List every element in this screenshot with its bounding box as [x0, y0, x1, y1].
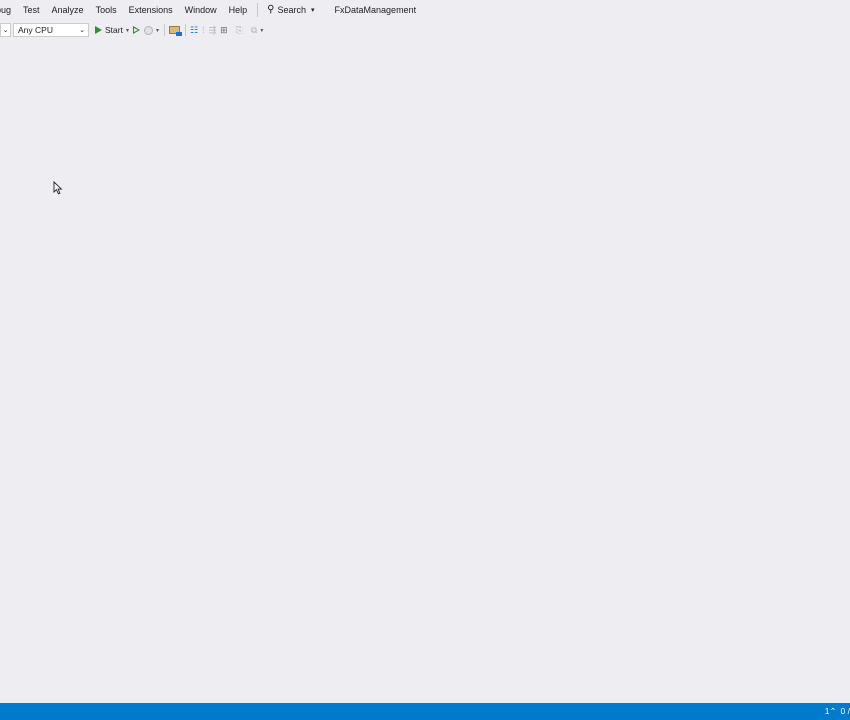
hot-reload-icon: ⇶ [208, 25, 217, 35]
step-icon: ⁞ [202, 25, 205, 35]
standard-toolbar: ⌄ Any CPU ⌄ Start ▾ ▾ ☷ ⁞ ⇶ ⊞ ⎘ ⧉ ▾ [0, 21, 850, 39]
search-icon: ⚲ [267, 4, 275, 15]
platform-value: Any CPU [18, 25, 53, 35]
search-button[interactable]: ⚲ Search ▾ [263, 0, 320, 20]
browser-link-button[interactable] [168, 22, 182, 38]
browser-link-icon [168, 26, 182, 36]
status-indicator-secondary[interactable]: 0 / [841, 703, 850, 720]
chevron-down-icon: ▾ [311, 7, 315, 14]
toolbar-separator [184, 24, 186, 36]
format-icon: ⊞ [220, 25, 228, 35]
menu-tools[interactable]: Tools [90, 0, 123, 20]
mouse-cursor-icon [53, 181, 63, 195]
bookmark-icon: ⎘ [235, 25, 243, 35]
format-button[interactable]: ⊞ [220, 22, 228, 38]
menu-extensions[interactable]: Extensions [123, 0, 179, 20]
start-without-debugging-icon [132, 26, 140, 34]
attach-icon [143, 25, 153, 35]
menu-help[interactable]: Help [223, 0, 254, 20]
status-indicators: 1⌃ 0 / [825, 703, 850, 720]
search-label: Search [277, 5, 307, 15]
solution-name: FxDataManagement [334, 5, 417, 15]
chevron-down-icon: ⌄ [79, 27, 85, 34]
breakpoint-icon: ☷ [189, 25, 199, 35]
attach-button[interactable]: ▾ [143, 22, 159, 38]
menu-window[interactable]: Window [179, 0, 223, 20]
comment-button[interactable]: ⧉ ▾ [251, 22, 263, 38]
start-label: Start [105, 25, 123, 35]
bookmark-button[interactable]: ⎘ [236, 22, 243, 38]
menu-debug[interactable]: bug [0, 0, 17, 20]
toolbar-separator [163, 24, 165, 36]
menu-bar: bug Test Analyze Tools Extensions Window… [0, 0, 850, 20]
chevron-down-icon: ⌄ [2, 27, 9, 34]
chevron-up-icon: ⌃ [829, 706, 837, 716]
hot-reload-button[interactable]: ⇶ [209, 22, 217, 38]
comment-icon: ⧉ [250, 25, 258, 35]
start-icon [95, 26, 102, 34]
status-indicator-primary[interactable]: 1⌃ [825, 703, 837, 720]
chevron-down-icon: ▾ [155, 27, 159, 34]
platform-dropdown[interactable]: Any CPU ⌄ [13, 23, 89, 37]
step-button[interactable]: ⁞ [202, 22, 205, 38]
status-bar: 1⌃ 0 / [0, 703, 850, 720]
breakpoint-button[interactable]: ☷ [190, 22, 198, 38]
chevron-down-icon: ▾ [260, 27, 264, 34]
start-without-debugging-button[interactable] [132, 22, 140, 38]
menu-analyze[interactable]: Analyze [46, 0, 90, 20]
ide-window: bug Test Analyze Tools Extensions Window… [0, 0, 850, 720]
menu-test[interactable]: Test [17, 0, 46, 20]
configuration-dropdown[interactable]: ⌄ [0, 23, 11, 37]
start-button[interactable]: Start ▾ [95, 22, 129, 38]
editor-area[interactable] [0, 40, 850, 703]
chevron-down-icon: ▾ [125, 27, 129, 34]
menu-separator [257, 3, 259, 17]
